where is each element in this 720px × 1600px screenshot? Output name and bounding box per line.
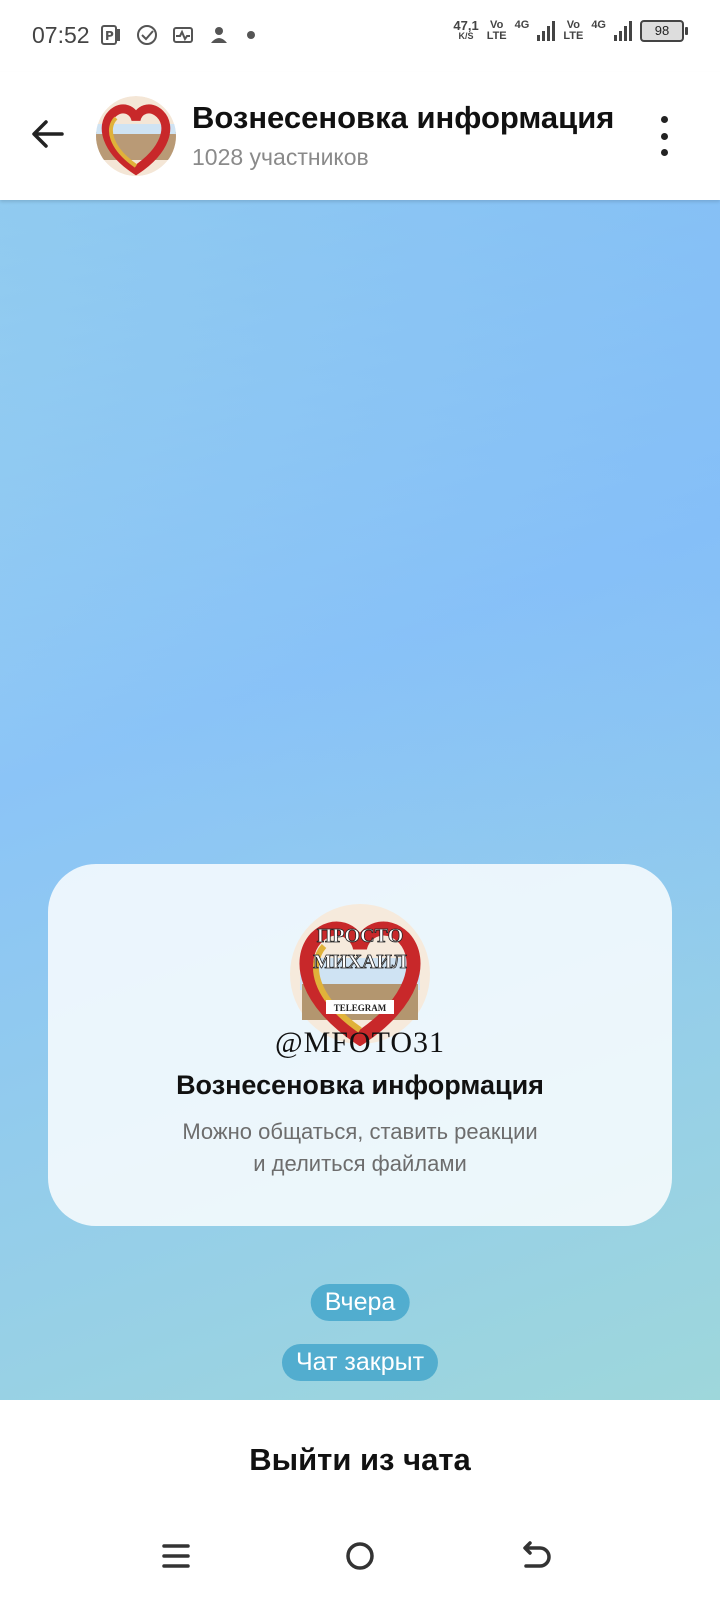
back-button[interactable] — [28, 114, 68, 154]
system-nav-bar — [0, 1518, 720, 1600]
member-count: 1028 участников — [192, 144, 369, 170]
heart-logo-icon — [96, 96, 176, 176]
group-info-card: ПРОСТО МИХАИЛ TELEGRAM @MFOTO31 Вознесен… — [48, 864, 672, 1226]
more-vert-icon — [660, 116, 668, 123]
net-speed: 47,1 K/S — [453, 18, 479, 41]
group-title: Вознесеновка информация — [176, 1070, 544, 1100]
avatar-text-3: TELEGRAM — [334, 1003, 387, 1013]
leave-chat-label: Выйти из чата — [249, 1442, 471, 1477]
network-type-1: 4G — [514, 19, 530, 31]
avatar-text-2: МИХАИЛ — [313, 951, 407, 973]
nav-back-button[interactable] — [512, 1532, 560, 1580]
author-handle: @MFOTO31 — [274, 1026, 446, 1059]
activity-icon — [173, 27, 193, 43]
chat-background: ПРОСТО МИХАИЛ TELEGRAM @MFOTO31 Вознесен… — [0, 200, 720, 1400]
chat-title[interactable]: Вознесеновка информация — [192, 100, 622, 136]
dot-icon — [247, 31, 255, 39]
notification-icons: P — [100, 24, 258, 46]
network-type-2: 4G — [591, 19, 606, 31]
date-separator: Вчера — [310, 1284, 410, 1321]
status-time: 07:52 — [32, 22, 90, 48]
chat-header: Вознесеновка информация 1028 участников — [0, 72, 720, 200]
avatar-text-1: ПРОСТО — [317, 925, 404, 947]
svg-text:P: P — [105, 29, 114, 43]
nav-home-button[interactable] — [336, 1532, 384, 1580]
signal-icon-2 — [614, 21, 632, 41]
group-description: Можно общаться, ставить реакции и делить… — [182, 1119, 538, 1176]
home-circle-icon — [346, 1542, 374, 1570]
group-avatar: ПРОСТО МИХАИЛ TELEGRAM — [288, 902, 432, 1047]
leave-chat-button[interactable]: Выйти из чата — [0, 1400, 720, 1518]
back-icon — [523, 1541, 551, 1568]
nav-menu-button[interactable] — [152, 1532, 200, 1580]
battery-icon: 98 — [640, 20, 688, 42]
check-circle-icon — [137, 25, 157, 45]
service-message: Чат закрыт — [281, 1344, 439, 1381]
parking-app-icon: P — [101, 25, 120, 45]
volte-badge-1: Vo LTE — [486, 19, 507, 42]
person-icon — [211, 27, 227, 43]
volte-badge-2: Vo LTE — [563, 19, 584, 42]
chat-avatar[interactable] — [96, 96, 176, 176]
heart-logo-icon: ПРОСТО МИХАИЛ TELEGRAM — [290, 904, 430, 1047]
more-menu-button[interactable] — [652, 116, 676, 156]
menu-icon — [162, 1544, 190, 1568]
arrow-left-icon — [32, 120, 64, 148]
signal-icon-1 — [537, 21, 556, 41]
status-bar: 07:52 P 47,1 K/S Vo LTE 4G Vo LTE 4G 98 — [0, 0, 720, 72]
status-right-icons: 47,1 K/S Vo LTE 4G Vo LTE 4G 98 — [453, 18, 688, 42]
